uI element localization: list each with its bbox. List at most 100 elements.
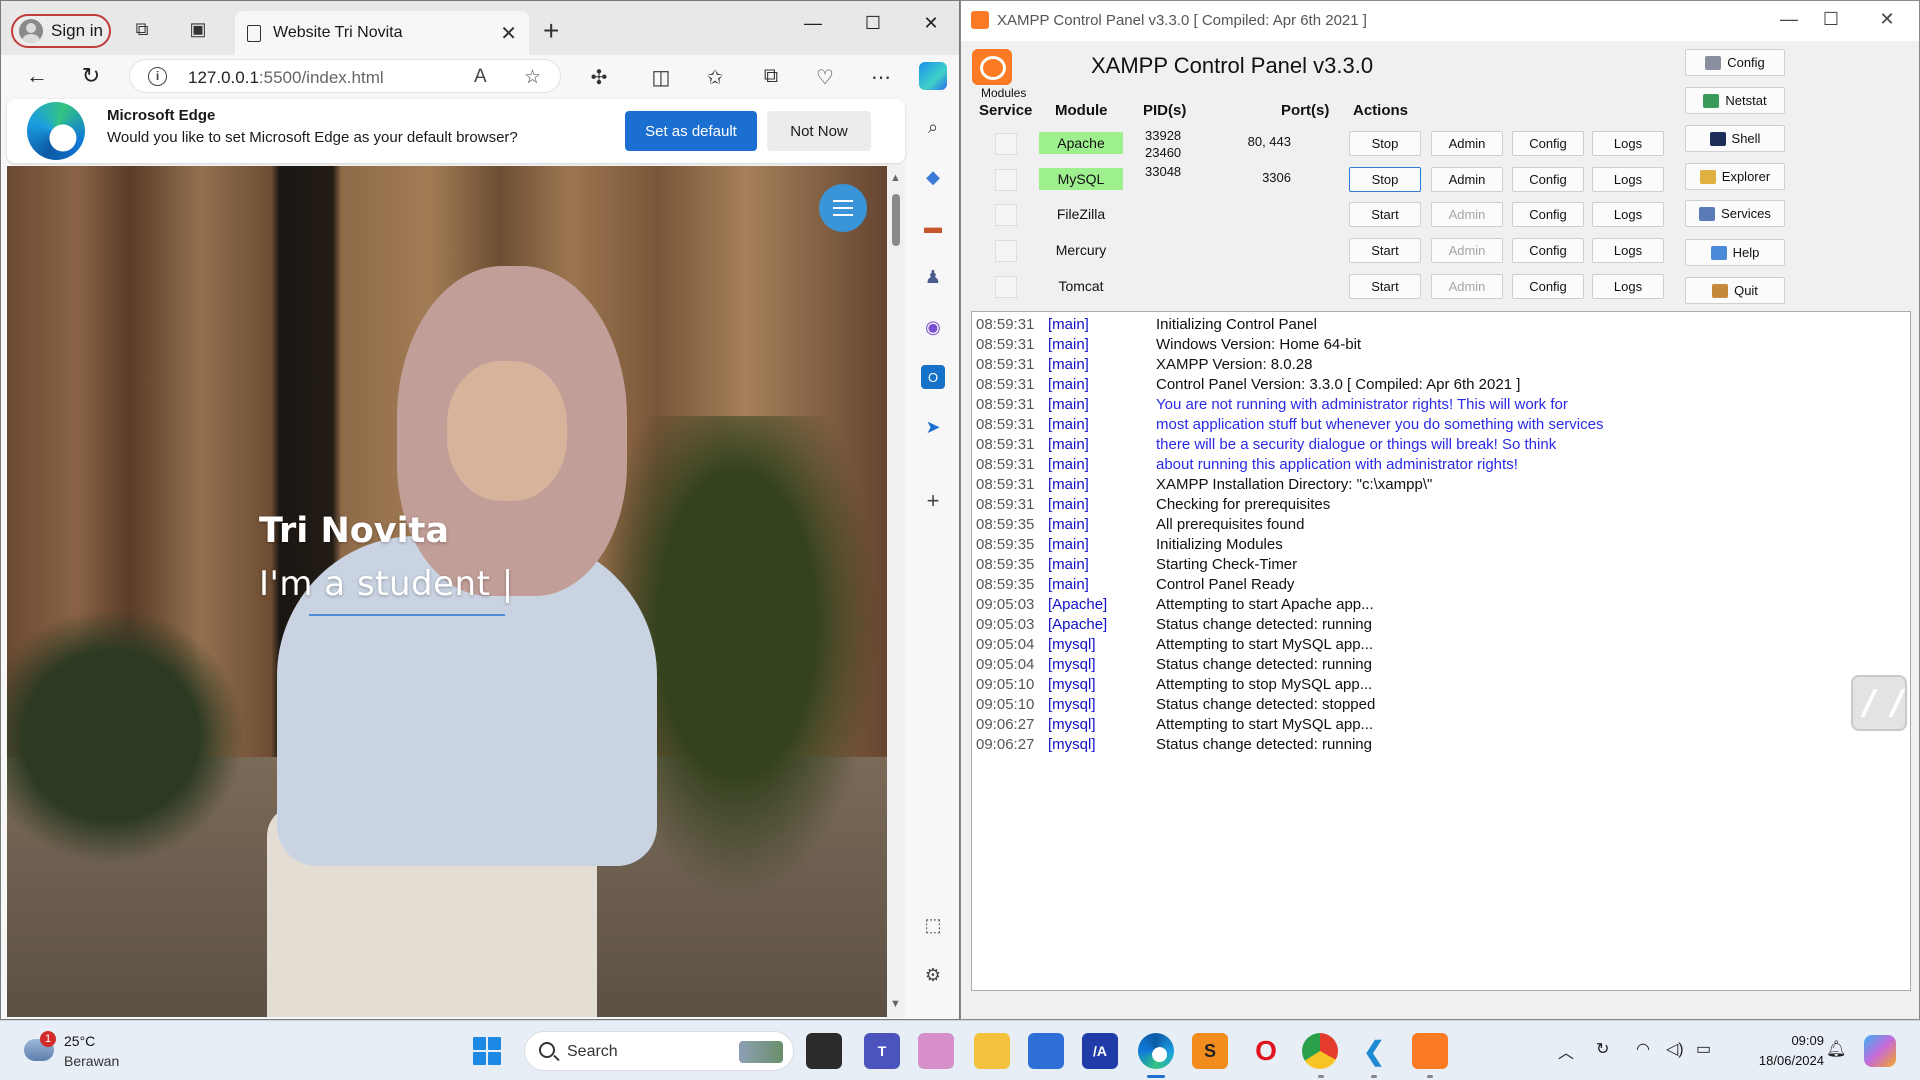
weather-widget[interactable]: 1 25°C Berawan bbox=[18, 1029, 168, 1073]
shell-side-button[interactable]: Shell bbox=[1685, 125, 1785, 152]
maximize-icon[interactable]: ☐ bbox=[853, 13, 893, 34]
not-now-button[interactable]: Not Now bbox=[767, 111, 871, 151]
stop-button[interactable]: Stop bbox=[1349, 167, 1421, 192]
config-side-button[interactable]: Config bbox=[1685, 49, 1785, 76]
xampp-close-icon[interactable]: ✕ bbox=[1867, 9, 1907, 30]
scroll-down-icon[interactable]: ▼ bbox=[890, 998, 901, 1010]
split-screen-icon[interactable]: ◫ bbox=[647, 65, 675, 90]
service-checkbox[interactable] bbox=[995, 276, 1017, 298]
xampp-taskbar-icon[interactable] bbox=[1412, 1033, 1448, 1069]
set-as-default-button[interactable]: Set as default bbox=[625, 111, 757, 151]
back-icon[interactable]: ← bbox=[23, 63, 51, 89]
volume-icon[interactable]: ◁) bbox=[1666, 1039, 1684, 1059]
admin-button[interactable]: Admin bbox=[1431, 131, 1503, 156]
show-hidden-icons-icon[interactable]: ︿ bbox=[1558, 1039, 1574, 1063]
sidebar-drop-icon[interactable]: ➤ bbox=[921, 415, 945, 439]
refresh-icon[interactable]: ↻ bbox=[77, 63, 105, 89]
scroll-thumb[interactable] bbox=[892, 194, 900, 246]
edge-taskbar-icon[interactable] bbox=[1138, 1033, 1174, 1069]
favorite-star-icon[interactable]: ☆ bbox=[524, 66, 541, 89]
start-button[interactable]: Start bbox=[1349, 238, 1421, 263]
vscode-icon[interactable]: ❮ bbox=[1356, 1033, 1392, 1069]
battery-icon[interactable]: ▭ bbox=[1696, 1039, 1711, 1059]
config-button[interactable]: Config bbox=[1512, 274, 1584, 299]
xampp-minimize-icon[interactable]: — bbox=[1769, 9, 1809, 30]
microsoft-store-icon[interactable] bbox=[1028, 1033, 1064, 1069]
taskbar-search[interactable]: Search bbox=[524, 1031, 794, 1071]
browser-essentials-icon[interactable]: ♡ bbox=[811, 65, 839, 90]
logs-button[interactable]: Logs bbox=[1592, 167, 1664, 192]
teams-icon[interactable]: T bbox=[864, 1033, 900, 1069]
sidebar-outlook-icon[interactable]: O bbox=[921, 365, 945, 389]
sublime-text-icon[interactable]: S bbox=[1192, 1033, 1228, 1069]
sync-icon[interactable]: ↻ bbox=[1596, 1039, 1609, 1059]
page-scrollbar[interactable]: ▲ ▼ bbox=[887, 166, 905, 1017]
copilot-tray-icon[interactable] bbox=[1864, 1035, 1896, 1067]
log-panel[interactable]: 08:59:31 [main] Initializing Control Panel… bbox=[971, 311, 1911, 991]
logs-button[interactable]: Logs bbox=[1592, 131, 1664, 156]
more-menu-icon[interactable]: ⋯ bbox=[867, 65, 895, 90]
config-button[interactable]: Config bbox=[1512, 131, 1584, 156]
minimize-icon[interactable]: — bbox=[793, 13, 833, 34]
chrome-icon[interactable] bbox=[1302, 1033, 1338, 1069]
sidebar-microsoft365-icon[interactable]: ◉ bbox=[921, 315, 945, 339]
extensions-icon[interactable]: ✣ bbox=[585, 65, 613, 90]
admin-button[interactable]: Admin bbox=[1431, 202, 1503, 227]
services-side-button[interactable]: Services bbox=[1685, 200, 1785, 227]
new-tab-icon[interactable]: + bbox=[543, 15, 559, 47]
explorer-side-button[interactable]: Explorer bbox=[1685, 163, 1785, 190]
notification-bell-icon[interactable]: 🔔︎ bbox=[1826, 1039, 1846, 1059]
hamburger-menu-button[interactable] bbox=[819, 184, 867, 232]
favorites-icon[interactable]: ✩ bbox=[701, 65, 729, 90]
start-button[interactable]: Start bbox=[1349, 202, 1421, 227]
read-aloud-icon[interactable]: A bbox=[474, 66, 487, 88]
admin-button[interactable]: Admin bbox=[1431, 274, 1503, 299]
sign-in-button[interactable]: Sign in bbox=[11, 14, 111, 48]
dev-tool-icon[interactable]: /A bbox=[1082, 1033, 1118, 1069]
photos-icon[interactable] bbox=[918, 1033, 954, 1069]
workspaces-icon[interactable]: ⧉ bbox=[131, 18, 153, 40]
sidebar-games-icon[interactable]: ♟ bbox=[921, 265, 945, 289]
close-window-icon[interactable]: ✕ bbox=[911, 13, 951, 34]
admin-button[interactable]: Admin bbox=[1431, 238, 1503, 263]
config-button[interactable]: Config bbox=[1512, 167, 1584, 192]
collections-icon[interactable]: ⧉ bbox=[757, 65, 785, 88]
sidebar-add-icon[interactable]: + bbox=[921, 488, 945, 513]
address-url[interactable]: 127.0.0.1:5500/index.html bbox=[188, 68, 384, 88]
start-button[interactable]: Start bbox=[1349, 274, 1421, 299]
wifi-icon[interactable]: ◠ bbox=[1636, 1039, 1650, 1059]
tab-actions-icon[interactable]: ▣ bbox=[187, 18, 209, 40]
copilot-icon[interactable] bbox=[919, 62, 947, 90]
xampp-maximize-icon[interactable]: ☐ bbox=[1811, 9, 1851, 30]
start-button-icon[interactable] bbox=[473, 1037, 501, 1065]
sidebar-screenshot-icon[interactable]: ⬚ bbox=[921, 913, 945, 937]
tab-website-tri-novita[interactable]: Website Tri Novita ✕ bbox=[235, 11, 529, 55]
clock[interactable]: 09:09 18/06/2024 bbox=[1742, 1031, 1824, 1071]
site-info-icon[interactable]: i bbox=[148, 67, 167, 86]
close-tab-icon[interactable]: ✕ bbox=[500, 21, 517, 46]
config-button[interactable]: Config bbox=[1512, 238, 1584, 263]
sidebar-tools-icon[interactable]: ▬ bbox=[921, 215, 945, 239]
config-button[interactable]: Config bbox=[1512, 202, 1584, 227]
help-side-button[interactable]: Help bbox=[1685, 239, 1785, 266]
sidebar-search-icon[interactable]: ⌕ bbox=[921, 115, 945, 139]
logs-button[interactable]: Logs bbox=[1592, 202, 1664, 227]
service-checkbox[interactable] bbox=[995, 133, 1017, 155]
address-bar[interactable]: i 127.0.0.1:5500/index.html A ☆ bbox=[129, 59, 561, 93]
logs-button[interactable]: Logs bbox=[1592, 238, 1664, 263]
scroll-up-icon[interactable]: ▲ bbox=[890, 172, 901, 184]
task-view-icon[interactable] bbox=[806, 1033, 842, 1069]
netstat-side-button[interactable]: Netstat bbox=[1685, 87, 1785, 114]
service-checkbox[interactable] bbox=[995, 204, 1017, 226]
opera-icon[interactable]: O bbox=[1248, 1033, 1284, 1069]
quit-side-button[interactable]: Quit bbox=[1685, 277, 1785, 304]
service-checkbox[interactable] bbox=[995, 240, 1017, 262]
sidebar-settings-icon[interactable]: ⚙ bbox=[921, 963, 945, 987]
service-checkbox[interactable] bbox=[995, 169, 1017, 191]
sidebar-shopping-icon[interactable]: ◆ bbox=[921, 165, 945, 189]
logs-button[interactable]: Logs bbox=[1592, 274, 1664, 299]
admin-button[interactable]: Admin bbox=[1431, 167, 1503, 192]
stop-button[interactable]: Stop bbox=[1349, 131, 1421, 156]
file-explorer-icon[interactable] bbox=[974, 1033, 1010, 1069]
floating-tool-icon[interactable] bbox=[1851, 675, 1907, 731]
